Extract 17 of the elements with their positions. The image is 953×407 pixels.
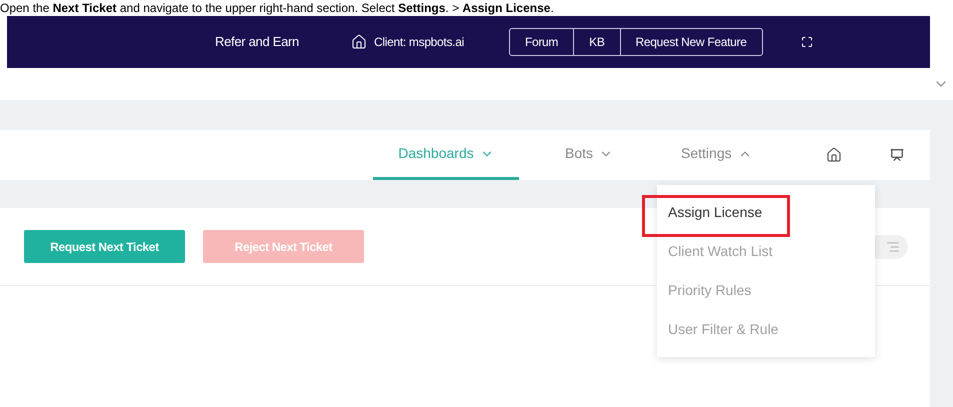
lines-icon xyxy=(886,240,900,254)
refer-link[interactable]: Refer and Earn xyxy=(215,32,299,52)
client-label: Client: mspbots.ai xyxy=(374,34,464,51)
menu-item[interactable]: Assign License xyxy=(657,202,774,223)
header-link[interactable]: KB xyxy=(573,29,620,55)
home-icon xyxy=(350,34,367,50)
menu-item[interactable]: Client Watch List xyxy=(657,241,784,262)
menu-item[interactable]: User Filter & Rule xyxy=(657,319,790,340)
caption-text: Open the Next Ticket and navigate to the upper right-hand section. Select Settings. > Assign License. xyxy=(0,1,554,15)
nav-tab[interactable]: Bots xyxy=(543,130,636,180)
menu-item[interactable]: Priority Rules xyxy=(657,280,762,301)
fullscreen-icon[interactable] xyxy=(800,36,813,48)
header-link[interactable]: Forum xyxy=(510,29,574,55)
nav-tab[interactable]: Settings xyxy=(659,130,774,180)
header-link[interactable]: Request New Feature xyxy=(620,29,762,55)
nav-tab[interactable]: Dashboards xyxy=(373,130,519,180)
ticket-button[interactable]: Request Next Ticket xyxy=(24,230,185,263)
